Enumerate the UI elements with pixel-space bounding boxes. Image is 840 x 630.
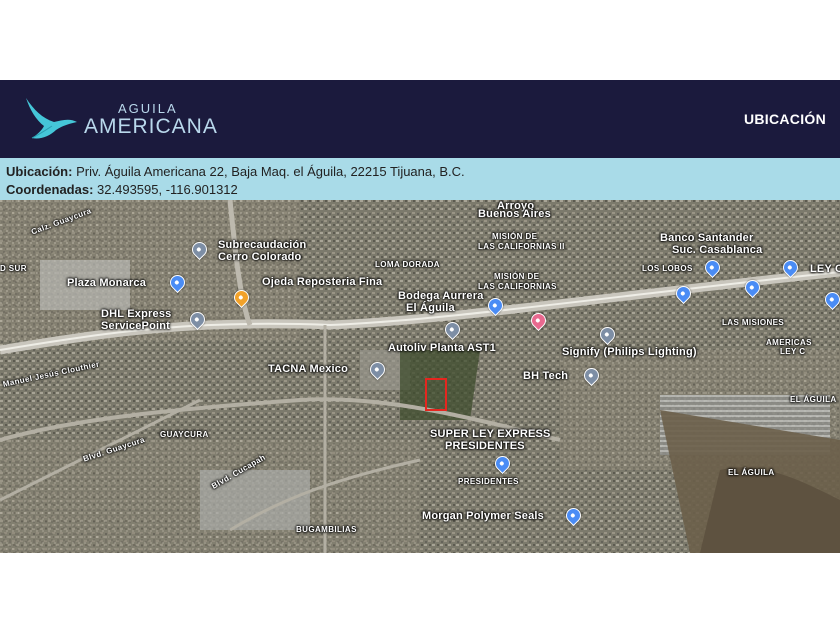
map-label-el-aguila-1: EL ÁGUILA bbox=[790, 395, 837, 404]
map-label-americas-2: LEY C bbox=[780, 347, 806, 356]
map-label-bodega-1: Bodega Aurrera bbox=[398, 290, 484, 302]
map-label-banco-2: Suc. Casablanca bbox=[672, 244, 763, 256]
map-label-americas-1: AMERICAS bbox=[766, 338, 812, 347]
map-label-mision-4: LAS CALIFORNIAS bbox=[478, 282, 557, 291]
map-label-buenos-aires: Buenos Aires bbox=[478, 208, 551, 220]
logo-wordmark: AGUILA AMERICANA bbox=[84, 102, 218, 137]
map-label-autoliv: Autoliv Planta AST1 bbox=[388, 342, 496, 354]
map-label-los-lobos: LOS LOBOS bbox=[642, 264, 693, 273]
location-info-bar: Ubicación: Priv. Águila Americana 22, Ba… bbox=[0, 158, 840, 200]
aguila-americana-logo[interactable]: AGUILA AMERICANA bbox=[24, 96, 218, 142]
map-label-las-misiones: LAS MISIONES bbox=[722, 318, 785, 327]
map-label-banco-1: Banco Santander bbox=[660, 232, 754, 244]
map-label-ojeda: Ojeda Reposteria Fina bbox=[262, 276, 383, 288]
map-label-superley-1: SUPER LEY EXPRESS bbox=[430, 428, 551, 440]
map-label-mision-2: LAS CALIFORNIAS II bbox=[478, 242, 565, 251]
map-label-guaycura: GUAYCURA bbox=[160, 430, 209, 439]
eagle-logo-icon bbox=[26, 98, 77, 139]
address-value: Priv. Águila Americana 22, Baja Maq. el … bbox=[76, 164, 465, 179]
map-label-tacna: TACNA Mexico bbox=[268, 363, 349, 375]
map-label-bodega-2: El Águila bbox=[406, 302, 455, 314]
map-label-el-aguila-2: EL ÁGUILA bbox=[728, 468, 775, 477]
map-label-subrecaudacion: Subrecaudación bbox=[218, 239, 307, 251]
coordinates-label: Coordenadas: bbox=[6, 182, 94, 197]
map-label-morgan: Morgan Polymer Seals bbox=[422, 510, 544, 522]
map-label-loma-dorada: LOMA DORADA bbox=[375, 260, 440, 269]
map-label-bugambilias: BUGAMBILIAS bbox=[296, 525, 357, 534]
map-label-cerro-colorado: Cerro Colorado bbox=[218, 251, 302, 263]
map-label-plaza-monarca: Plaza Monarca bbox=[67, 277, 147, 289]
address-line: Ubicación: Priv. Águila Americana 22, Ba… bbox=[6, 163, 834, 181]
map-label-mision-1: MISIÓN DE bbox=[492, 232, 538, 241]
map-label-d-sur: D SUR bbox=[0, 264, 27, 273]
site-header: AGUILA AMERICANA UBICACIÓN bbox=[0, 80, 840, 158]
logo-line-1: AGUILA bbox=[118, 100, 178, 116]
satellite-map[interactable]: Arroyo Buenos Aires Subrecaudación Cerro… bbox=[0, 200, 840, 553]
map-label-presidentes: PRESIDENTES bbox=[458, 477, 519, 486]
coordinates-value: 32.493595, -116.901312 bbox=[97, 182, 238, 197]
map-label-bh-tech: BH Tech bbox=[523, 370, 569, 382]
address-label: Ubicación: bbox=[6, 164, 73, 179]
map-label-superley-2: PRESIDENTES bbox=[445, 440, 525, 452]
nav-ubicacion-link[interactable]: UBICACIÓN bbox=[744, 111, 826, 127]
map-label-ley-c: LEY C bbox=[810, 263, 840, 275]
property-boundary[interactable] bbox=[425, 378, 447, 411]
logo-line-2: AMERICANA bbox=[84, 114, 218, 138]
map-label-signify: Signify (Philips Lighting) bbox=[562, 346, 697, 358]
map-label-dhl-1: DHL Express bbox=[101, 308, 172, 320]
coordinates-line: Coordenadas: 32.493595, -116.901312 bbox=[6, 181, 834, 199]
map-label-mision-3: MISIÓN DE bbox=[494, 272, 540, 281]
map-label-dhl-2: ServicePoint bbox=[101, 320, 171, 332]
